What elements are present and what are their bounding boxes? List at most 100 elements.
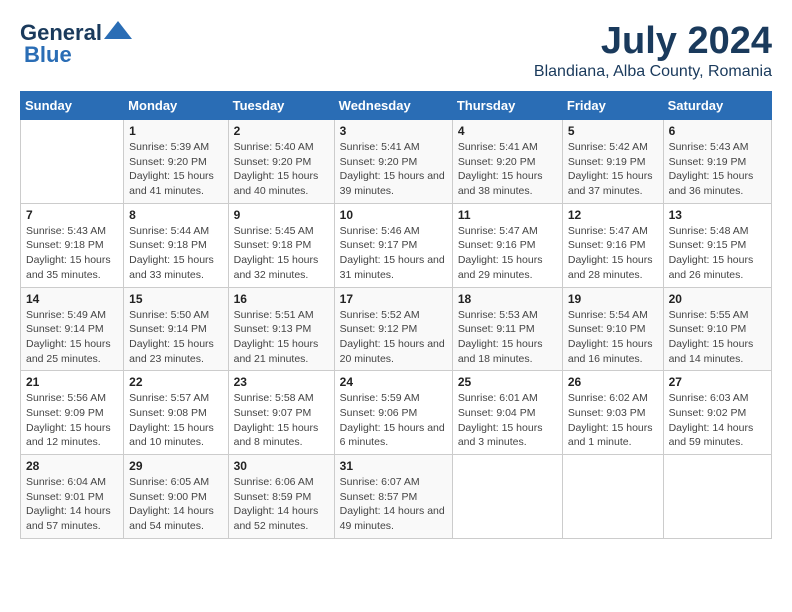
day-number: 28 xyxy=(26,459,118,473)
calendar-cell: 1 Sunrise: 5:39 AMSunset: 9:20 PMDaylight… xyxy=(124,120,228,204)
day-info: Sunrise: 6:05 AMSunset: 9:00 PMDaylight:… xyxy=(129,475,222,534)
day-info: Sunrise: 6:02 AMSunset: 9:03 PMDaylight:… xyxy=(568,391,658,450)
day-info: Sunrise: 5:49 AMSunset: 9:14 PMDaylight:… xyxy=(26,308,118,367)
day-header-saturday: Saturday xyxy=(663,92,771,120)
day-info: Sunrise: 5:47 AMSunset: 9:16 PMDaylight:… xyxy=(568,224,658,283)
calendar-cell: 24Sunrise: 5:59 AMSunset: 9:06 PMDayligh… xyxy=(334,371,452,455)
day-info: Sunrise: 5:57 AMSunset: 9:08 PMDaylight:… xyxy=(129,391,222,450)
calendar-cell: 26 Sunrise: 6:02 AMSunset: 9:03 PMDayligh… xyxy=(562,371,663,455)
day-info: Sunrise: 5:59 AMSunset: 9:06 PMDaylight:… xyxy=(340,391,447,450)
calendar-cell: 13 Sunrise: 5:48 AMSunset: 9:15 PMDayligh… xyxy=(663,203,771,287)
day-number: 1 xyxy=(129,124,222,138)
day-number: 11 xyxy=(458,208,557,222)
page-header: General Blue July 2024 Blandiana, Alba C… xyxy=(20,20,772,81)
day-number: 5 xyxy=(568,124,658,138)
day-number: 9 xyxy=(234,208,329,222)
day-info: Sunrise: 6:04 AMSunset: 9:01 PMDaylight:… xyxy=(26,475,118,534)
day-number: 10 xyxy=(340,208,447,222)
day-info: Sunrise: 5:54 AMSunset: 9:10 PMDaylight:… xyxy=(568,308,658,367)
day-number: 26 xyxy=(568,375,658,389)
calendar-cell: 3 Sunrise: 5:41 AMSunset: 9:20 PMDaylight… xyxy=(334,120,452,204)
day-header-tuesday: Tuesday xyxy=(228,92,334,120)
header-row: SundayMondayTuesdayWednesdayThursdayFrid… xyxy=(21,92,772,120)
day-info: Sunrise: 5:53 AMSunset: 9:11 PMDaylight:… xyxy=(458,308,557,367)
calendar-cell: 16 Sunrise: 5:51 AMSunset: 9:13 PMDayligh… xyxy=(228,287,334,371)
day-info: Sunrise: 5:46 AMSunset: 9:17 PMDaylight:… xyxy=(340,224,447,283)
calendar-cell: 7Sunrise: 5:43 AMSunset: 9:18 PMDaylight… xyxy=(21,203,124,287)
calendar-cell: 14Sunrise: 5:49 AMSunset: 9:14 PMDayligh… xyxy=(21,287,124,371)
day-info: Sunrise: 5:56 AMSunset: 9:09 PMDaylight:… xyxy=(26,391,118,450)
day-info: Sunrise: 5:52 AMSunset: 9:12 PMDaylight:… xyxy=(340,308,447,367)
calendar-cell: 2Sunrise: 5:40 AMSunset: 9:20 PMDaylight… xyxy=(228,120,334,204)
calendar-cell: 8Sunrise: 5:44 AMSunset: 9:18 PMDaylight… xyxy=(124,203,228,287)
day-number: 22 xyxy=(129,375,222,389)
calendar-cell: 5 Sunrise: 5:42 AMSunset: 9:19 PMDaylight… xyxy=(562,120,663,204)
calendar-subtitle: Blandiana, Alba County, Romania xyxy=(534,63,772,81)
day-number: 7 xyxy=(26,208,118,222)
calendar-cell: 25 Sunrise: 6:01 AMSunset: 9:04 PMDayligh… xyxy=(452,371,562,455)
day-info: Sunrise: 6:03 AMSunset: 9:02 PMDaylight:… xyxy=(669,391,766,450)
calendar-cell: 17 Sunrise: 5:52 AMSunset: 9:12 PMDayligh… xyxy=(334,287,452,371)
day-number: 17 xyxy=(340,292,447,306)
day-number: 29 xyxy=(129,459,222,473)
day-number: 23 xyxy=(234,375,329,389)
day-number: 21 xyxy=(26,375,118,389)
calendar-cell: 19 Sunrise: 5:54 AMSunset: 9:10 PMDayligh… xyxy=(562,287,663,371)
calendar-cell: 27 Sunrise: 6:03 AMSunset: 9:02 PMDayligh… xyxy=(663,371,771,455)
calendar-cell: 15 Sunrise: 5:50 AMSunset: 9:14 PMDayligh… xyxy=(124,287,228,371)
day-info: Sunrise: 5:39 AMSunset: 9:20 PMDaylight:… xyxy=(129,140,222,199)
title-block: July 2024 Blandiana, Alba County, Romani… xyxy=(534,20,772,81)
day-number: 6 xyxy=(669,124,766,138)
calendar-title: July 2024 xyxy=(534,20,772,63)
week-row-1: 1 Sunrise: 5:39 AMSunset: 9:20 PMDaylight… xyxy=(21,120,772,204)
calendar-cell xyxy=(452,455,562,539)
calendar-cell: 9Sunrise: 5:45 AMSunset: 9:18 PMDaylight… xyxy=(228,203,334,287)
day-info: Sunrise: 5:44 AMSunset: 9:18 PMDaylight:… xyxy=(129,224,222,283)
day-info: Sunrise: 5:55 AMSunset: 9:10 PMDaylight:… xyxy=(669,308,766,367)
day-info: Sunrise: 5:47 AMSunset: 9:16 PMDaylight:… xyxy=(458,224,557,283)
day-header-friday: Friday xyxy=(562,92,663,120)
calendar-cell: 29 Sunrise: 6:05 AMSunset: 9:00 PMDayligh… xyxy=(124,455,228,539)
day-number: 15 xyxy=(129,292,222,306)
day-number: 19 xyxy=(568,292,658,306)
day-info: Sunrise: 5:58 AMSunset: 9:07 PMDaylight:… xyxy=(234,391,329,450)
calendar-cell xyxy=(663,455,771,539)
day-info: Sunrise: 6:01 AMSunset: 9:04 PMDaylight:… xyxy=(458,391,557,450)
day-number: 3 xyxy=(340,124,447,138)
day-number: 4 xyxy=(458,124,557,138)
day-number: 13 xyxy=(669,208,766,222)
calendar-cell: 31 Sunrise: 6:07 AMSunset: 8:57 PMDayligh… xyxy=(334,455,452,539)
calendar-cell: 10 Sunrise: 5:46 AMSunset: 9:17 PMDayligh… xyxy=(334,203,452,287)
calendar-cell: 11 Sunrise: 5:47 AMSunset: 9:16 PMDayligh… xyxy=(452,203,562,287)
day-number: 27 xyxy=(669,375,766,389)
week-row-2: 7Sunrise: 5:43 AMSunset: 9:18 PMDaylight… xyxy=(21,203,772,287)
day-number: 25 xyxy=(458,375,557,389)
calendar-cell xyxy=(21,120,124,204)
day-number: 31 xyxy=(340,459,447,473)
calendar-cell: 6Sunrise: 5:43 AMSunset: 9:19 PMDaylight… xyxy=(663,120,771,204)
calendar-cell: 28 Sunrise: 6:04 AMSunset: 9:01 PMDayligh… xyxy=(21,455,124,539)
logo-arrow-icon xyxy=(104,21,132,39)
calendar-cell: 23 Sunrise: 5:58 AMSunset: 9:07 PMDayligh… xyxy=(228,371,334,455)
calendar-cell: 20Sunrise: 5:55 AMSunset: 9:10 PMDayligh… xyxy=(663,287,771,371)
day-info: Sunrise: 6:07 AMSunset: 8:57 PMDaylight:… xyxy=(340,475,447,534)
day-number: 30 xyxy=(234,459,329,473)
calendar-table: SundayMondayTuesdayWednesdayThursdayFrid… xyxy=(20,91,772,539)
calendar-cell: 22 Sunrise: 5:57 AMSunset: 9:08 PMDayligh… xyxy=(124,371,228,455)
calendar-cell: 12Sunrise: 5:47 AMSunset: 9:16 PMDayligh… xyxy=(562,203,663,287)
day-info: Sunrise: 5:50 AMSunset: 9:14 PMDaylight:… xyxy=(129,308,222,367)
day-number: 16 xyxy=(234,292,329,306)
day-info: Sunrise: 5:41 AMSunset: 9:20 PMDaylight:… xyxy=(340,140,447,199)
calendar-cell xyxy=(562,455,663,539)
day-header-thursday: Thursday xyxy=(452,92,562,120)
day-header-sunday: Sunday xyxy=(21,92,124,120)
calendar-cell: 21 Sunrise: 5:56 AMSunset: 9:09 PMDayligh… xyxy=(21,371,124,455)
day-info: Sunrise: 5:42 AMSunset: 9:19 PMDaylight:… xyxy=(568,140,658,199)
day-number: 2 xyxy=(234,124,329,138)
week-row-3: 14Sunrise: 5:49 AMSunset: 9:14 PMDayligh… xyxy=(21,287,772,371)
day-info: Sunrise: 5:41 AMSunset: 9:20 PMDaylight:… xyxy=(458,140,557,199)
day-header-wednesday: Wednesday xyxy=(334,92,452,120)
day-info: Sunrise: 5:48 AMSunset: 9:15 PMDaylight:… xyxy=(669,224,766,283)
logo: General Blue xyxy=(20,20,132,68)
day-info: Sunrise: 5:51 AMSunset: 9:13 PMDaylight:… xyxy=(234,308,329,367)
